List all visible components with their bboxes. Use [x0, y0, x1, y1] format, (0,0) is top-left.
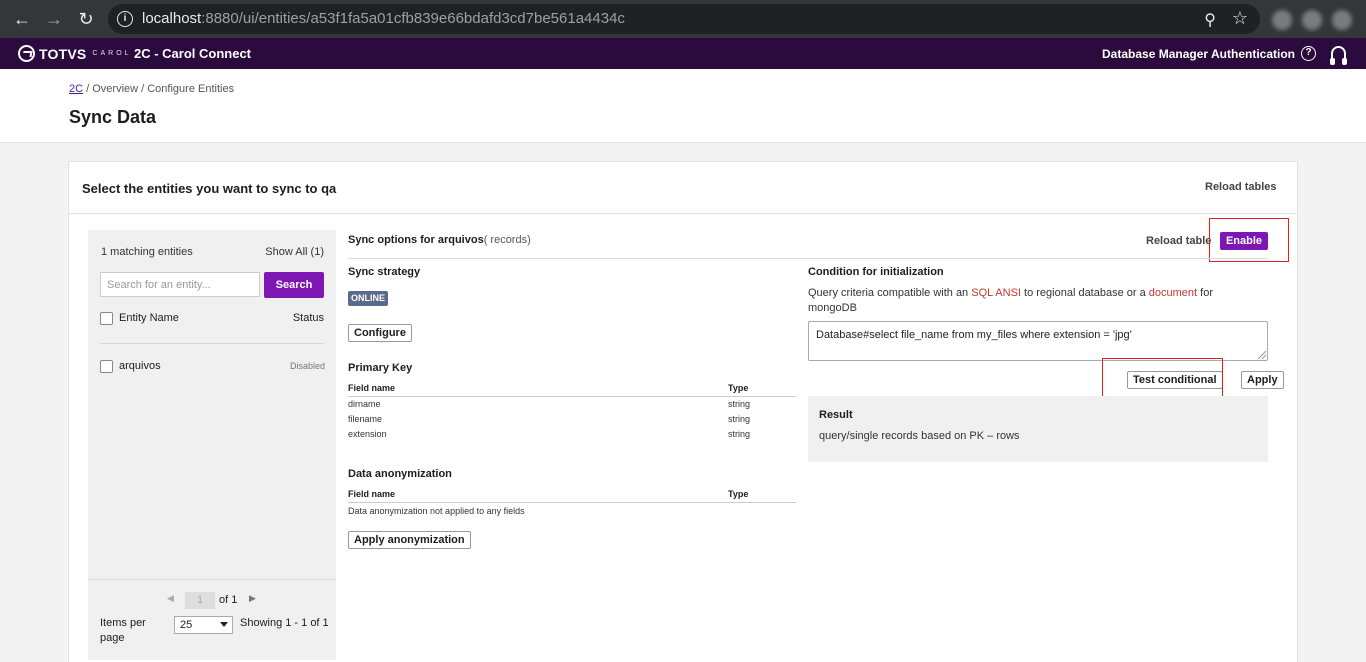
url-text[interactable]: localhost:8880/ui/entities/a53f1fa5a01cf…: [142, 10, 625, 27]
database-manager-link[interactable]: Database Manager: [1102, 47, 1208, 61]
search-button[interactable]: Search: [264, 272, 324, 298]
pk-type-cell: string: [728, 414, 751, 424]
reload-table-button[interactable]: Reload table: [1146, 235, 1211, 247]
profile-avatar-icon[interactable]: [1332, 10, 1352, 30]
document-link[interactable]: document: [1149, 287, 1197, 299]
totvs-logo[interactable]: TOTVS CAROL: [18, 45, 132, 62]
apply-button[interactable]: Apply: [1241, 371, 1284, 389]
support-headset-icon[interactable]: [1330, 46, 1347, 65]
pk-type-cell: string: [728, 429, 751, 439]
sync-options-title: Sync options for arquivos( records): [348, 234, 531, 246]
pk-field-cell: filename: [348, 414, 383, 424]
pk-field-cell: extension: [348, 429, 387, 439]
breadcrumb: 2C / Overview / Configure Entities: [69, 83, 235, 95]
anon-type-header: Type: [728, 489, 749, 499]
status-header: Status: [292, 312, 324, 324]
entity-name-header: Entity Name: [119, 312, 179, 324]
card-title: Select the entities you want to sync to …: [82, 181, 337, 196]
primary-key-title: Primary Key: [348, 362, 413, 374]
condition-description: Query criteria compatible with an SQL AN…: [808, 287, 1213, 314]
pk-type-cell: string: [728, 399, 751, 409]
apply-anonymization-button[interactable]: Apply anonymization: [348, 531, 471, 549]
entity-list-panel: 1 matching entities Show All (1) Search …: [88, 230, 336, 660]
sync-strategy-title: Sync strategy: [348, 266, 421, 278]
help-icon[interactable]: ?: [1301, 46, 1316, 61]
browser-toolbar: ← → ↻ i localhost:8880/ui/entities/a53f1…: [0, 0, 1366, 38]
highlight-box: [1209, 218, 1289, 262]
result-title: Result: [819, 409, 853, 421]
extension-icon[interactable]: [1302, 10, 1322, 30]
prev-page-icon[interactable]: ◀: [167, 593, 174, 604]
pk-field-header: Field name: [348, 383, 396, 393]
matching-count: 1 matching entities: [101, 246, 193, 258]
page-header: 2C / Overview / Configure Entities Sync …: [0, 69, 1366, 143]
page-of-label: of 1: [219, 594, 238, 606]
result-panel: Result query/single records based on PK …: [808, 396, 1268, 462]
select-all-checkbox[interactable]: [100, 312, 113, 325]
sql-ansi-link[interactable]: SQL ANSI: [971, 287, 1021, 299]
back-arrow-icon[interactable]: ←: [11, 8, 33, 30]
app-header: TOTVS CAROL 2C - Carol Connect Database …: [0, 38, 1366, 69]
extensions-area[interactable]: [1268, 6, 1358, 32]
divider: [348, 396, 796, 397]
showing-range: Showing 1 - 1 of 1: [240, 617, 329, 629]
app-title[interactable]: 2C - Carol Connect: [134, 46, 251, 61]
card-header: Select the entities you want to sync to …: [69, 162, 1297, 214]
page-number-input[interactable]: 1: [185, 592, 215, 609]
divider: [100, 343, 324, 344]
configure-button[interactable]: Configure: [348, 324, 412, 342]
bookmark-star-icon[interactable]: ☆: [1232, 8, 1248, 29]
dropdown-caret-icon: [220, 622, 228, 627]
entity-row-name[interactable]: arquivos: [119, 360, 161, 372]
address-bar[interactable]: i localhost:8880/ui/entities/a53f1fa5a01…: [108, 4, 1260, 34]
forward-arrow-icon[interactable]: →: [43, 8, 65, 30]
divider: [348, 502, 796, 503]
data-anonymization-title: Data anonymization: [348, 468, 452, 480]
anon-field-header: Field name: [348, 489, 396, 499]
divider: [348, 258, 1268, 259]
pk-type-header: Type: [728, 383, 749, 393]
condition-query-textarea[interactable]: Database#select file_name from my_files …: [808, 321, 1268, 361]
next-page-icon[interactable]: ▶: [249, 593, 256, 604]
pagination: ◀ 1 of 1 ▶ Items per page 25 Showing 1 -…: [88, 579, 336, 660]
info-icon[interactable]: i: [117, 11, 133, 27]
reload-icon[interactable]: ↻: [75, 8, 97, 30]
sync-card: Select the entities you want to sync to …: [68, 161, 1298, 662]
extension-icon[interactable]: [1272, 10, 1292, 30]
show-all-link[interactable]: Show All (1): [265, 246, 324, 258]
totvs-logo-icon: [18, 45, 35, 62]
condition-title: Condition for initialization: [808, 266, 944, 278]
result-text: query/single records based on PK – rows: [819, 430, 1020, 442]
breadcrumb-link-2c[interactable]: 2C: [69, 83, 83, 95]
entity-row-status: Disabled: [289, 361, 325, 371]
page-title: Sync Data: [69, 107, 157, 127]
page-size-select[interactable]: 25: [174, 616, 233, 634]
anon-empty-message: Data anonymization not applied to any fi…: [348, 506, 525, 516]
zoom-icon[interactable]: ⚲: [1204, 10, 1216, 30]
reload-tables-button[interactable]: Reload tables: [1205, 181, 1277, 193]
resize-handle-icon[interactable]: [1258, 351, 1266, 359]
entity-search-input[interactable]: [100, 272, 260, 297]
strategy-badge: ONLINE: [348, 291, 389, 306]
authentication-link[interactable]: Authentication: [1211, 47, 1295, 61]
entity-row-checkbox[interactable]: [100, 360, 113, 373]
pk-field-cell: dirname: [348, 399, 381, 409]
items-per-page-label: Items per page: [100, 617, 146, 644]
